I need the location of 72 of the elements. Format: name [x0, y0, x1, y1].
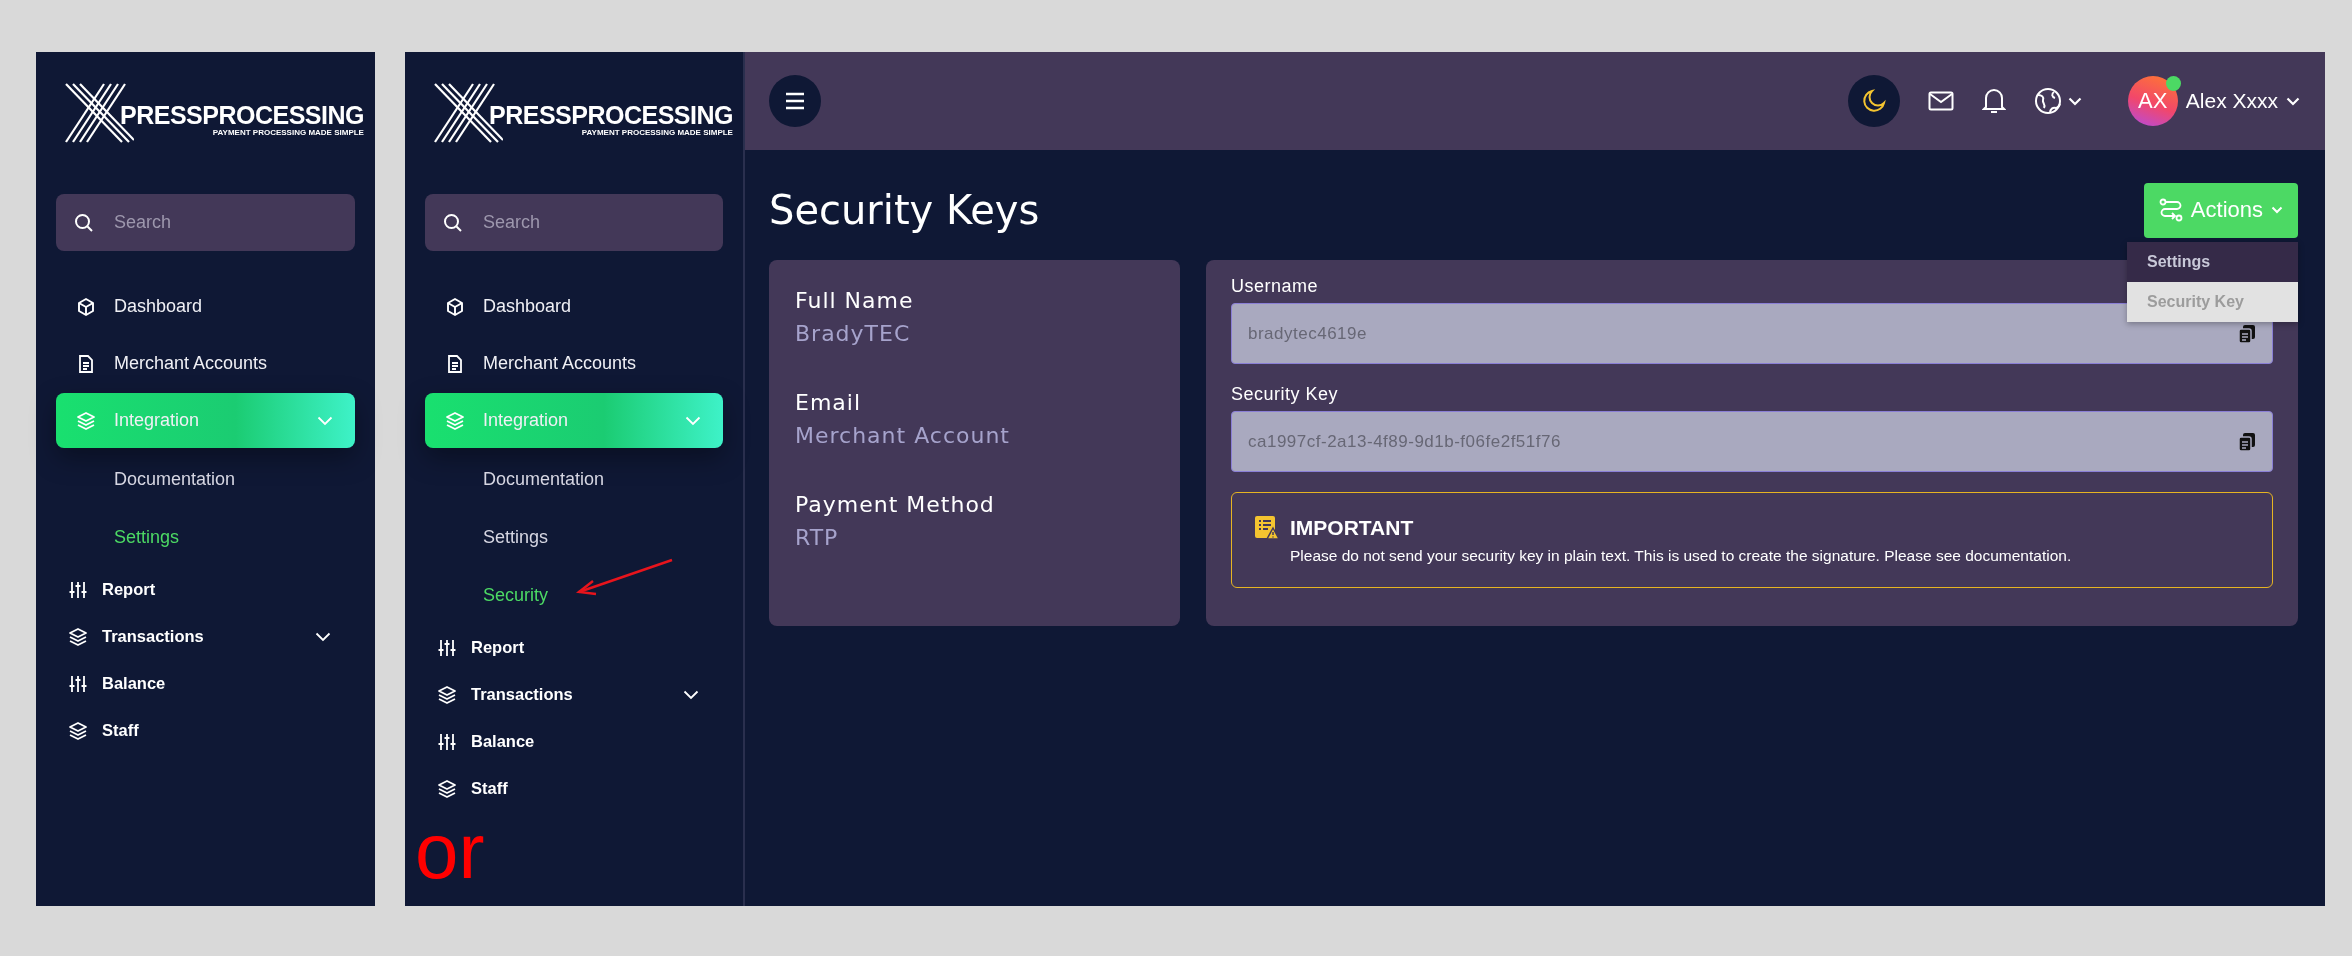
- layers-icon: [437, 684, 457, 705]
- nav-item[interactable]: Balance: [56, 660, 355, 707]
- avatar: AX: [2127, 76, 2178, 126]
- chevron-down-icon: [2271, 206, 2283, 214]
- nav-item[interactable]: Dashboard: [56, 279, 355, 334]
- route-icon: [2158, 198, 2183, 222]
- info-value: RTP: [795, 525, 840, 550]
- info-value: BradyTEC: [795, 321, 912, 346]
- nav-item[interactable]: Staff: [56, 707, 355, 754]
- warning-list-icon: [1254, 515, 1280, 541]
- info-label: Email: [795, 390, 863, 415]
- search-icon: [74, 212, 94, 233]
- info-label: Full Name: [795, 288, 915, 313]
- chevron-down-icon: [2067, 96, 2082, 106]
- document-icon: [445, 353, 465, 374]
- bell-icon[interactable]: [1981, 87, 2006, 115]
- layers-icon: [76, 410, 96, 431]
- nav-item[interactable]: Report: [56, 566, 355, 613]
- user-menu[interactable]: AX Alex Xxxx: [2127, 76, 2300, 126]
- user-name: Alex Xxxx: [2185, 89, 2278, 113]
- chevron-down-icon: [2286, 96, 2300, 106]
- menu-icon: [785, 92, 805, 110]
- search-input[interactable]: Search: [112, 211, 337, 234]
- copy-icon[interactable]: [2238, 323, 2256, 344]
- nav-item[interactable]: Balance: [425, 718, 723, 765]
- menu-button[interactable]: [769, 75, 821, 127]
- logo-wordmark: PRESSPROCESSING: [489, 102, 733, 128]
- annotation-text: or: [415, 812, 485, 890]
- notice-text: Please do not send your security key in plain text. This is used to create the signature. Please see documentation.: [1290, 547, 2073, 565]
- logo-tagline: PAYMENT PROCESSING MADE SIMPLE: [212, 128, 364, 138]
- page-title: Security Keys: [769, 187, 1040, 233]
- field-label: Security Key: [1231, 384, 1340, 405]
- document-icon: [76, 353, 96, 374]
- search-field[interactable]: Search: [425, 194, 723, 251]
- nav-item[interactable]: Transactions: [425, 671, 723, 718]
- layers-icon: [437, 778, 457, 799]
- nav-item[interactable]: Merchant Accounts: [56, 336, 355, 391]
- info-value: Merchant Account: [795, 423, 1011, 448]
- copy-icon[interactable]: [2238, 431, 2256, 452]
- layers-icon: [445, 410, 465, 431]
- sliders-icon: [68, 579, 88, 600]
- search-input[interactable]: Search: [481, 211, 705, 234]
- submenu-item[interactable]: Settings: [56, 508, 355, 566]
- search-icon: [443, 212, 463, 233]
- nav-item[interactable]: Report: [425, 624, 723, 671]
- cube-icon: [445, 296, 465, 317]
- logo-tagline: PAYMENT PROCESSING MADE SIMPLE: [581, 128, 733, 138]
- submenu-item[interactable]: Settings: [425, 508, 723, 566]
- nav-item[interactable]: Dashboard: [425, 279, 723, 334]
- info-label: Payment Method: [795, 492, 996, 517]
- nav-item[interactable]: Merchant Accounts: [425, 336, 723, 391]
- sliders-icon: [68, 673, 88, 694]
- moon-icon: [1860, 88, 1887, 114]
- nav-item[interactable]: Staff: [425, 765, 723, 812]
- layers-icon: [68, 626, 88, 647]
- submenu-item[interactable]: Documentation: [425, 450, 723, 508]
- field-label: Username: [1231, 276, 1320, 297]
- layers-icon: [68, 720, 88, 741]
- logo-wordmark: PRESSPROCESSING: [120, 102, 364, 128]
- sliders-icon: [437, 731, 457, 752]
- language-button[interactable]: [2033, 87, 2082, 115]
- notice-title: IMPORTANT: [1290, 516, 1414, 540]
- sliders-icon: [437, 637, 457, 658]
- globe-icon: [2033, 87, 2062, 115]
- nav-item[interactable]: Transactions: [56, 613, 355, 660]
- submenu-item[interactable]: Documentation: [56, 450, 355, 508]
- search-field[interactable]: Search: [56, 194, 355, 251]
- cube-icon: [76, 296, 96, 317]
- submenu-item[interactable]: Security: [425, 566, 723, 624]
- dark-mode-button[interactable]: [1847, 75, 1900, 127]
- menu-item[interactable]: Settings: [2127, 241, 2298, 282]
- mail-icon[interactable]: [1927, 91, 1954, 111]
